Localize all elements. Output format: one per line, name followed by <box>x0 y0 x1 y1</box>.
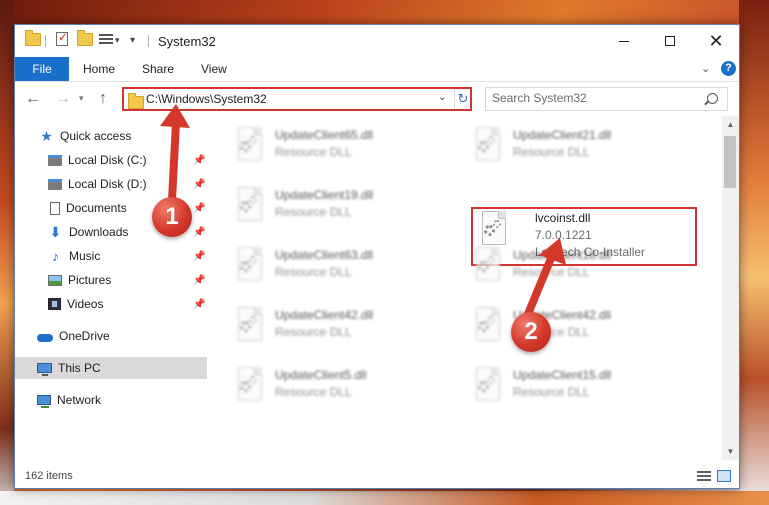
arrow-1-head <box>160 104 190 128</box>
annotation-arrows <box>160 104 566 318</box>
callout-step-2: 2 <box>511 312 551 352</box>
arrow-2-shaft <box>524 252 556 318</box>
callout-step-1: 1 <box>152 197 192 237</box>
arrow-1-shaft <box>168 119 180 204</box>
